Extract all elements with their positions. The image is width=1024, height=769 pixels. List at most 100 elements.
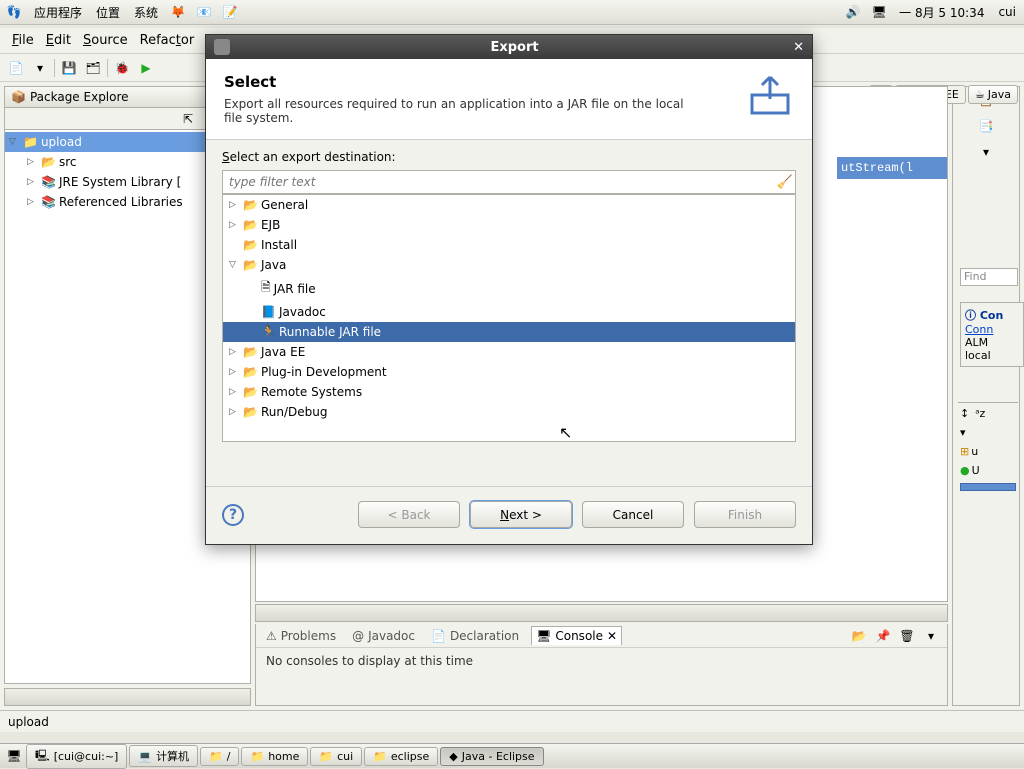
tree-general[interactable]: ▷📂General <box>223 195 795 215</box>
expand-right-icon[interactable]: ▷ <box>27 197 38 207</box>
folder-icon: 📂 <box>243 238 258 252</box>
dialog-titlebar[interactable]: Export ✕ <box>206 35 812 59</box>
dialog-close-icon[interactable]: ✕ <box>793 40 804 55</box>
gnome-menu-places[interactable]: 位置 <box>92 2 124 23</box>
chevron-down-icon[interactable]: ▾ <box>960 426 1016 439</box>
run-icon[interactable]: ▶ <box>136 58 156 78</box>
outline-sort-icon[interactable]: ↕ <box>960 407 969 420</box>
console-open-icon[interactable]: 📂 <box>849 626 869 646</box>
outline-filter-icon[interactable]: ᵃz <box>975 407 985 420</box>
tree-runnable-jar[interactable]: 🏃Runnable JAR file <box>223 322 795 342</box>
scrollbar[interactable] <box>4 688 251 706</box>
folder-icon: 📂 <box>243 218 258 232</box>
user-menu[interactable]: cui <box>994 3 1020 21</box>
jar-file-icon: 🗎 <box>261 278 271 299</box>
network-icon[interactable]: 🖥 <box>869 2 889 22</box>
cancel-button[interactable]: Cancel <box>582 501 684 528</box>
scrollbar[interactable] <box>255 604 948 622</box>
help-button[interactable]: ? <box>222 504 244 526</box>
task-computer[interactable]: 💻 计算机 <box>129 745 198 767</box>
export-dialog: Export ✕ Select Export all resources req… <box>205 34 813 545</box>
console-clear-icon[interactable]: 🗑 <box>897 626 917 646</box>
console-pin-icon[interactable]: 📌 <box>873 626 893 646</box>
task-root[interactable]: 📁 / <box>200 747 239 766</box>
gnome-foot-icon[interactable]: 👣 <box>4 2 24 22</box>
tree-remote[interactable]: ▷📂Remote Systems <box>223 382 795 402</box>
tree-javadoc[interactable]: 📘Javadoc <box>223 302 795 322</box>
tree-java[interactable]: ▽📂Java <box>223 255 795 275</box>
chevron-down-icon[interactable]: ▾ <box>30 58 50 78</box>
task-terminal[interactable]: 🖳 [cui@cui:~] <box>26 744 127 769</box>
tree-run-debug[interactable]: ▷📂Run/Debug <box>223 402 795 422</box>
task-eclipse-app[interactable]: ◆ Java - Eclipse <box>440 747 543 766</box>
next-button[interactable]: Next > <box>470 501 572 528</box>
folder-icon: 📂 <box>243 345 258 359</box>
tab-javadoc[interactable]: @ Javadoc <box>348 627 419 645</box>
runnable-jar-icon: 🏃 <box>261 325 276 339</box>
menu-refactor[interactable]: Refactor <box>140 33 195 48</box>
tree-install[interactable]: 📂Install <box>223 235 795 255</box>
tree-ejb[interactable]: ▷📂EJB <box>223 215 795 235</box>
show-desktop-icon[interactable]: 🖥 <box>4 746 24 766</box>
filter-text-input[interactable] <box>223 171 775 193</box>
task-eclipse-folder[interactable]: 📁 eclipse <box>364 747 438 766</box>
folder-open-icon: 📂 <box>243 258 258 272</box>
package-explorer-title: Package Explore <box>30 90 129 104</box>
gnome-top-panel: 👣 应用程序 位置 系统 🦊 📧 📝 🔊 🖥 一 8月 5 10:34 cui <box>0 0 1024 25</box>
menu-file[interactable]: File <box>12 33 34 48</box>
select-destination-label: Select an export destination: <box>222 150 796 164</box>
library-icon: 📚 <box>41 195 56 209</box>
editor-text-peek: utStream(l <box>837 157 948 179</box>
notes-icon[interactable]: 📝 <box>220 2 240 22</box>
save-all-icon[interactable]: 🗂 <box>83 58 103 78</box>
gnome-menu-system[interactable]: 系统 <box>130 2 162 23</box>
eclipse-icon <box>214 39 230 55</box>
perspective-java[interactable]: ☕ Java <box>968 85 1018 104</box>
debug-icon[interactable]: 🐞 <box>112 58 132 78</box>
task-home[interactable]: 📁 home <box>241 747 308 766</box>
export-destination-tree[interactable]: ▷📂General ▷📂EJB 📂Install ▽📂Java 🗎JAR fil… <box>222 194 796 442</box>
collapse-icon[interactable]: ⇱ <box>178 109 198 129</box>
menu-source[interactable]: Source <box>83 33 128 48</box>
tree-java-ee[interactable]: ▷📂Java EE <box>223 342 795 362</box>
outline-trim: ↕ᵃz ▾ ⊞ u ● U <box>958 402 1018 495</box>
finish-button: Finish <box>694 501 796 528</box>
new-icon[interactable]: 📄 <box>6 58 26 78</box>
tree-plugin[interactable]: ▷📂Plug-in Development <box>223 362 795 382</box>
view-menu-icon[interactable]: ▾ <box>921 626 941 646</box>
tab-problems[interactable]: ⚠ Problems <box>262 627 340 645</box>
tree-jar-file[interactable]: 🗎JAR file <box>223 275 795 302</box>
tab-declaration[interactable]: 📄 Declaration <box>427 627 523 645</box>
folder-icon: 📂 <box>243 405 258 419</box>
bottom-views-panel: ⚠ Problems @ Javadoc 📄 Declaration 🖥 Con… <box>255 624 948 706</box>
dialog-title-text: Export <box>236 40 793 55</box>
save-icon[interactable]: 💾 <box>59 58 79 78</box>
gnome-menu-apps[interactable]: 应用程序 <box>30 2 86 23</box>
clock-text[interactable]: 一 8月 5 10:34 <box>895 2 988 23</box>
status-bar: upload <box>0 710 1024 732</box>
find-input[interactable]: Find <box>960 268 1018 286</box>
tab-console[interactable]: 🖥 Console ✕ <box>531 626 622 645</box>
source-folder-icon: 📂 <box>41 155 56 169</box>
alm-connect-link[interactable]: Conn <box>965 323 1019 336</box>
alm-panel: ⓘ Con Conn ALM local <box>960 302 1024 367</box>
wizard-page-desc: Export all resources required to run an … <box>224 97 704 125</box>
package-icon: 📦 <box>11 90 26 104</box>
folder-icon: 📂 <box>243 365 258 379</box>
menu-edit[interactable]: Edit <box>46 33 71 48</box>
folder-icon: 📂 <box>243 385 258 399</box>
expand-down-icon[interactable]: ▽ <box>9 137 20 147</box>
firefox-icon[interactable]: 🦊 <box>168 2 188 22</box>
wizard-page-title: Select <box>224 73 704 91</box>
mail-icon[interactable]: 📧 <box>194 2 214 22</box>
tasks-icon[interactable]: 📑 <box>977 117 995 135</box>
chevron-down-icon[interactable]: ▾ <box>977 143 995 161</box>
expand-right-icon[interactable]: ▷ <box>27 177 38 187</box>
sound-icon[interactable]: 🔊 <box>843 2 863 22</box>
expand-right-icon[interactable]: ▷ <box>27 157 38 167</box>
javadoc-icon: 📘 <box>261 305 276 319</box>
clear-fil -icon[interactable]: 🧹 <box>775 175 795 190</box>
class-dot-icon: ● <box>960 464 970 477</box>
task-cui[interactable]: 📁 cui <box>310 747 362 766</box>
project-icon: 📁 <box>23 135 38 149</box>
